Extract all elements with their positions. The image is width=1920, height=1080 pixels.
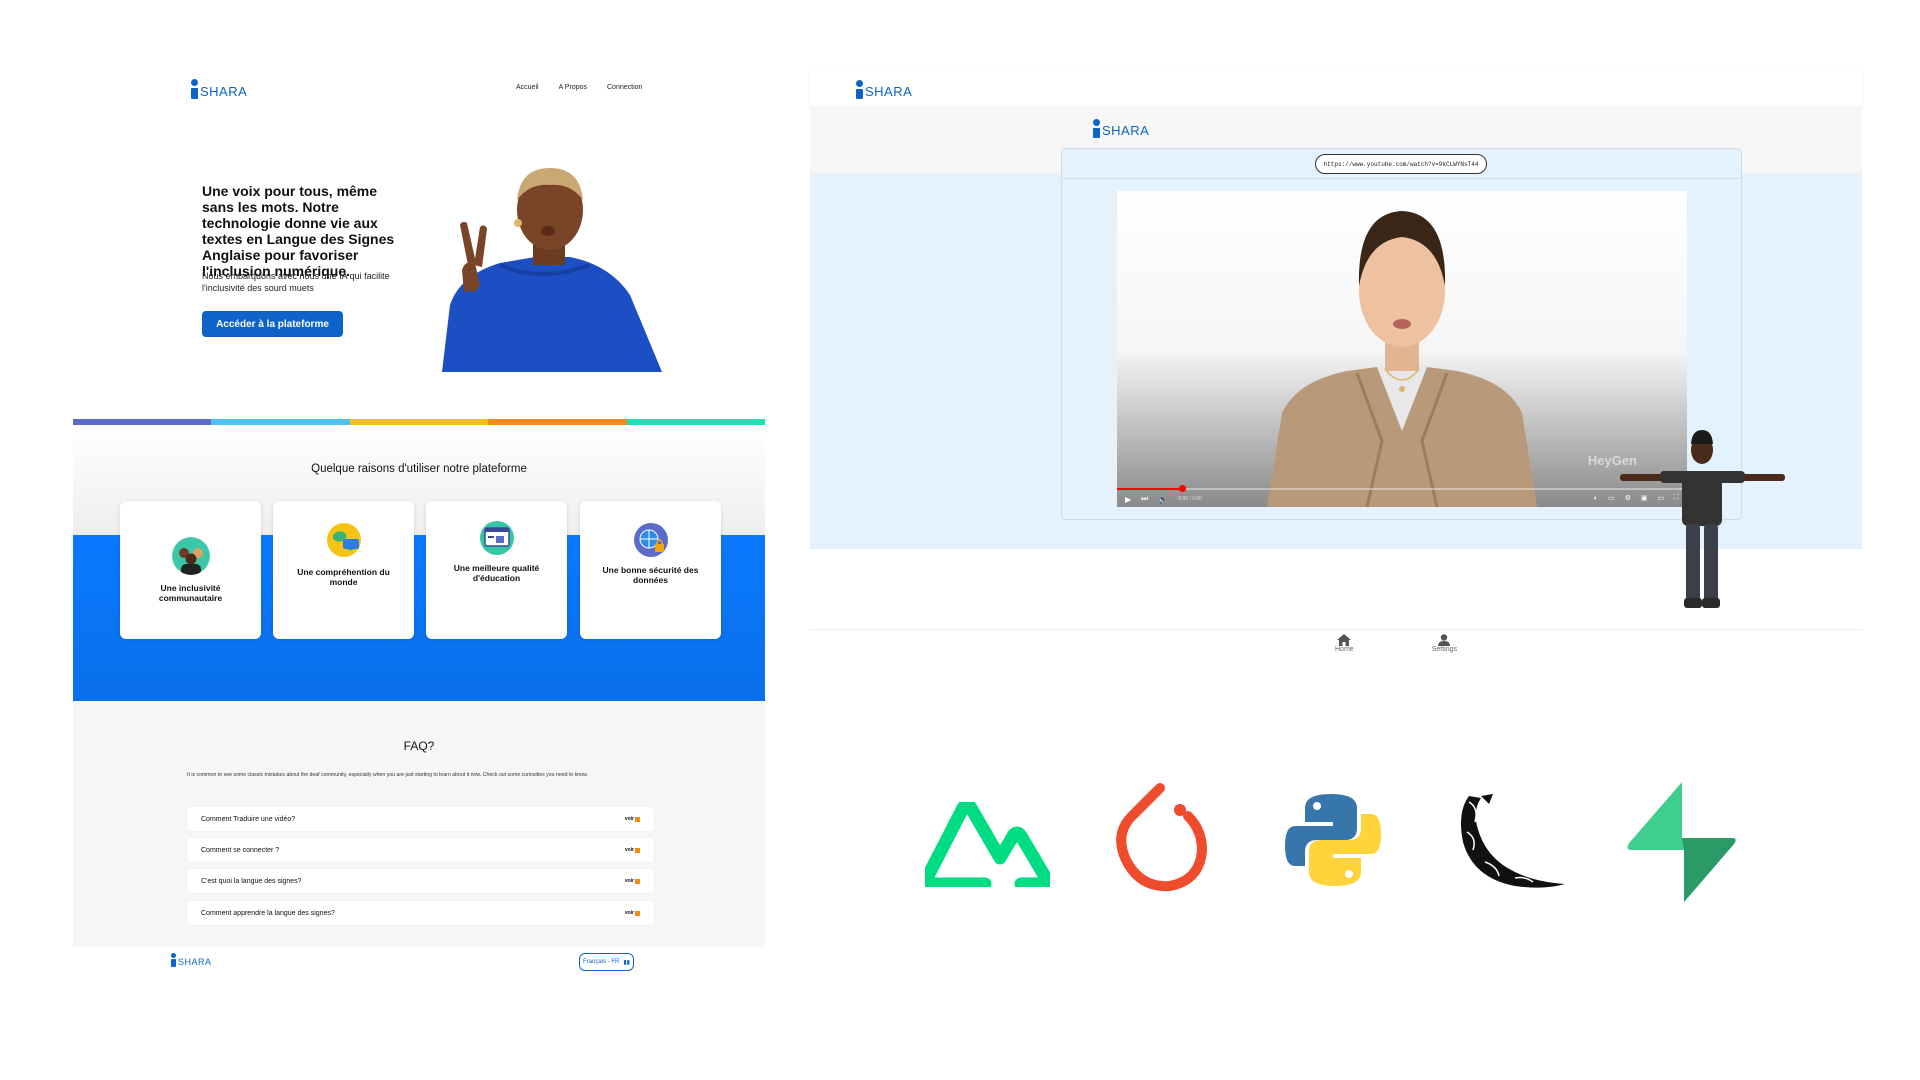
hero-subtitle: Nous embarquons avec nous une IA qui fac… — [202, 271, 390, 293]
faq-question: C'est quoi la langue des signes? — [201, 877, 302, 885]
play-icon[interactable]: ▶ — [1125, 495, 1131, 504]
hero-person-image — [440, 165, 662, 372]
subtitles-icon[interactable]: ▭ — [1608, 494, 1615, 502]
faq-item[interactable]: Comment apprendre la langue des signes? … — [187, 901, 654, 925]
nuxt-logo — [925, 802, 1050, 887]
bottom-nav-divider — [810, 629, 1862, 630]
language-label: Français - FR — [583, 959, 620, 965]
landing-logo[interactable]: SHARA — [191, 79, 247, 99]
video-progress-fill — [1117, 488, 1183, 490]
voir-label: voir — [624, 910, 634, 916]
bottom-nav-label: Home — [1335, 646, 1354, 653]
nav-accueil[interactable]: Accueil — [516, 84, 539, 91]
faq-item[interactable]: C'est quoi la langue des signes? voir — [187, 869, 654, 893]
user-icon — [1438, 634, 1451, 646]
bottom-nav: Home Settings — [1335, 634, 1457, 653]
nav-connection[interactable]: Connection — [607, 84, 642, 91]
reason-label: Une compréhention du monde — [297, 567, 390, 587]
bottom-nav-label: Settings — [1431, 646, 1457, 653]
bottom-nav-settings[interactable]: Settings — [1432, 634, 1457, 653]
voir-label: voir — [624, 847, 634, 853]
app-logo[interactable]: SHARA — [856, 80, 912, 99]
python-logo — [1285, 794, 1381, 886]
video-scrubber[interactable] — [1179, 485, 1186, 492]
logo-i-icon — [171, 953, 176, 967]
sign-avatar-image — [1620, 430, 1785, 608]
video-url-input[interactable]: https://www.youtube.com/watch?v=9kCLWYNs… — [1315, 154, 1487, 174]
logo-text: SHARA — [865, 84, 913, 99]
video-time: 0:00 / 0:00 — [1178, 496, 1202, 502]
home-icon — [1337, 634, 1352, 646]
flask-logo — [1461, 794, 1565, 888]
pytorch-logo — [1116, 783, 1208, 892]
video-progress-track[interactable] — [1117, 488, 1687, 490]
logo-i-icon — [856, 80, 863, 99]
arrow-icon — [635, 816, 640, 822]
reason-label: Une inclusivité communautaire — [158, 583, 223, 603]
faq-voir-button[interactable]: voir — [625, 878, 640, 884]
voir-label: voir — [624, 816, 634, 822]
reason-card-security[interactable]: Une bonne sécurité des données — [580, 501, 721, 639]
logo-i-icon — [1093, 119, 1100, 138]
logo-text: SHARA — [1102, 123, 1150, 138]
arrow-icon — [635, 878, 640, 884]
video-player[interactable]: HeyGen ▶ ⏭ 🔈 0:00 / 0:00 ◐ ▭ ⚙ ▣ ▭ ⛶ — [1117, 191, 1687, 507]
faq-question: Comment apprendre la langue des signes? — [201, 909, 335, 917]
bottom-nav-home[interactable]: Home — [1335, 634, 1354, 653]
reason-label: Une meilleure qualité d'éducation — [453, 563, 540, 583]
footer-logo[interactable]: SHARA — [171, 953, 212, 967]
arrow-icon — [635, 847, 640, 853]
supabase-logo — [1627, 782, 1736, 902]
reason-card-community[interactable]: Une inclusivité communautaire — [120, 501, 261, 639]
hero-title: Une voix pour tous, même sans les mots. … — [202, 183, 395, 279]
app-topbar — [810, 72, 1862, 106]
faq-voir-button[interactable]: voir — [625, 816, 640, 822]
reason-card-world[interactable]: Une compréhention du monde — [273, 501, 414, 639]
faq-voir-button[interactable]: voir — [625, 910, 640, 916]
divider — [1061, 178, 1742, 179]
logo-text: SHARA — [200, 84, 248, 99]
faq-title: FAQ? — [403, 739, 435, 753]
autoplay-icon[interactable]: ◐ — [1594, 495, 1598, 502]
tech-logos-row — [925, 780, 1745, 905]
faq-item[interactable]: Comment Traduire une vidéo? voir — [187, 807, 654, 831]
faq-item[interactable]: Comment se connecter ? voir — [187, 838, 654, 862]
data-security-icon — [633, 523, 668, 557]
language-button[interactable]: Français - FR ▮▮ — [579, 953, 634, 971]
flag-icon: ▮▮ — [623, 959, 630, 966]
video-controls-left: ▶ ⏭ 🔈 0:00 / 0:00 — [1125, 494, 1202, 504]
logo-text: SHARA — [178, 957, 212, 967]
nav-a-propos[interactable]: A Propos — [559, 84, 587, 91]
faq-voir-button[interactable]: voir — [625, 847, 640, 853]
landing-nav: Accueil A Propos Connection — [496, 84, 642, 91]
reason-label: Une bonne sécurité des données — [602, 565, 699, 585]
next-icon[interactable]: ⏭ — [1141, 494, 1148, 504]
volume-icon[interactable]: 🔈 — [1158, 495, 1168, 504]
education-icon — [479, 521, 514, 555]
faq-question: Comment Traduire une vidéo? — [201, 815, 296, 823]
reasons-title: Quelque raisons d'utiliser notre platefo… — [311, 463, 527, 475]
access-platform-button[interactable]: Accéder à la plateforme — [202, 311, 343, 337]
arrow-icon — [635, 910, 640, 916]
faq-intro: It is common to see some classic mistake… — [187, 772, 588, 778]
logo-i-icon — [191, 79, 198, 99]
faq-question: Comment se connecter ? — [201, 846, 280, 854]
reason-card-education[interactable]: Une meilleure qualité d'éducation — [426, 501, 567, 639]
inner-logo[interactable]: SHARA — [1093, 119, 1149, 138]
world-understanding-icon — [326, 523, 361, 557]
voir-label: voir — [624, 878, 634, 884]
community-icon — [171, 537, 210, 575]
